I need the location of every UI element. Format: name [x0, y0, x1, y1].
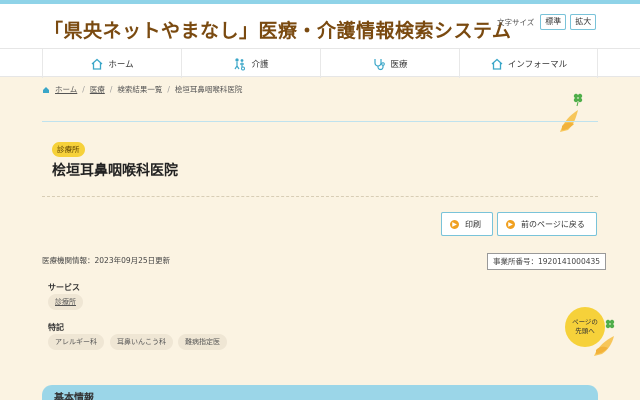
site-header: 「県央ネットやまなし」医療・介護情報検索システム 文字サイズ 標準 拡大 — [0, 4, 640, 48]
nav-item-home[interactable]: ホーム — [42, 49, 181, 78]
basic-info-title: 基本情報 — [54, 393, 94, 400]
features-label: 特記 — [48, 323, 64, 332]
nav-item-medical[interactable]: 医療 — [320, 49, 459, 78]
informal-icon — [491, 58, 503, 70]
breadcrumb: ホーム / 医療 / 検索結果一覧 / 桧垣耳鼻咽喉科医院 — [42, 84, 242, 95]
nav-label-care: 介護 — [251, 59, 269, 70]
back-label: 前のページに戻る — [521, 219, 585, 229]
feature-chip: アレルギー科 — [48, 334, 104, 350]
nav-item-informal[interactable]: インフォーマル — [459, 49, 598, 78]
arrow-right-icon: ▶ — [450, 219, 459, 229]
feature-chips: アレルギー科 耳鼻いんこう科 難病指定医 — [48, 334, 448, 350]
print-label: 印刷 — [465, 219, 481, 229]
clinic-name: 桧垣耳鼻咽喉科医院 — [52, 163, 178, 179]
feature-chip: 耳鼻いんこう科 — [110, 334, 173, 350]
dashed-divider — [42, 196, 598, 197]
bird-clover-icon — [594, 319, 615, 356]
care-icon — [234, 57, 246, 70]
breadcrumb-home-link[interactable]: ホーム — [55, 84, 77, 95]
breadcrumb-separator: / — [167, 85, 170, 94]
font-size-standard-button[interactable]: 標準 — [540, 14, 567, 30]
title-divider — [42, 121, 598, 122]
basic-info-bar — [42, 385, 598, 400]
nav-item-care[interactable]: 介護 — [181, 49, 320, 78]
nav-label-medical: 医療 — [390, 59, 408, 70]
site-title[interactable]: 「県央ネットやまなし」医療・介護情報検索システム — [44, 16, 511, 43]
updated-date: 医療機関情報：2023年09月25日更新 — [42, 256, 171, 265]
bird-clover-icon — [560, 93, 583, 132]
breadcrumb-results: 検索結果一覧 — [117, 85, 163, 94]
breadcrumb-separator: / — [109, 85, 113, 94]
back-button[interactable]: ▶ 前のページに戻る — [497, 212, 597, 236]
breadcrumb-home-icon — [43, 86, 49, 93]
service-label: サービス — [48, 283, 80, 292]
nav-label-informal: インフォーマル — [507, 59, 568, 70]
service-chip[interactable]: 診療所 — [48, 294, 83, 310]
office-number: 事業所番号：1920141000435 — [487, 253, 607, 270]
service-chips: 診療所 — [48, 294, 448, 310]
main-nav: ホーム 介護 医療 インフォーマル — [0, 48, 640, 78]
font-size-large-button[interactable]: 拡大 — [570, 14, 597, 30]
arrow-right-icon: ▶ — [506, 219, 515, 229]
print-button[interactable]: ▶ 印刷 — [441, 212, 493, 236]
feature-chip: 難病指定医 — [178, 334, 227, 350]
nav-label-home: ホーム — [108, 59, 134, 70]
breadcrumb-current: 桧垣耳鼻咽喉科医院 — [174, 85, 243, 94]
home-icon — [91, 58, 103, 70]
breadcrumb-medical-link[interactable]: 医療 — [90, 84, 105, 95]
category-badge: 診療所 — [52, 142, 85, 157]
breadcrumb-separator: / — [82, 85, 85, 94]
font-size-label: 文字サイズ — [497, 17, 535, 27]
font-size-switcher: 文字サイズ 標準 拡大 — [497, 14, 597, 30]
medical-icon — [374, 58, 386, 70]
